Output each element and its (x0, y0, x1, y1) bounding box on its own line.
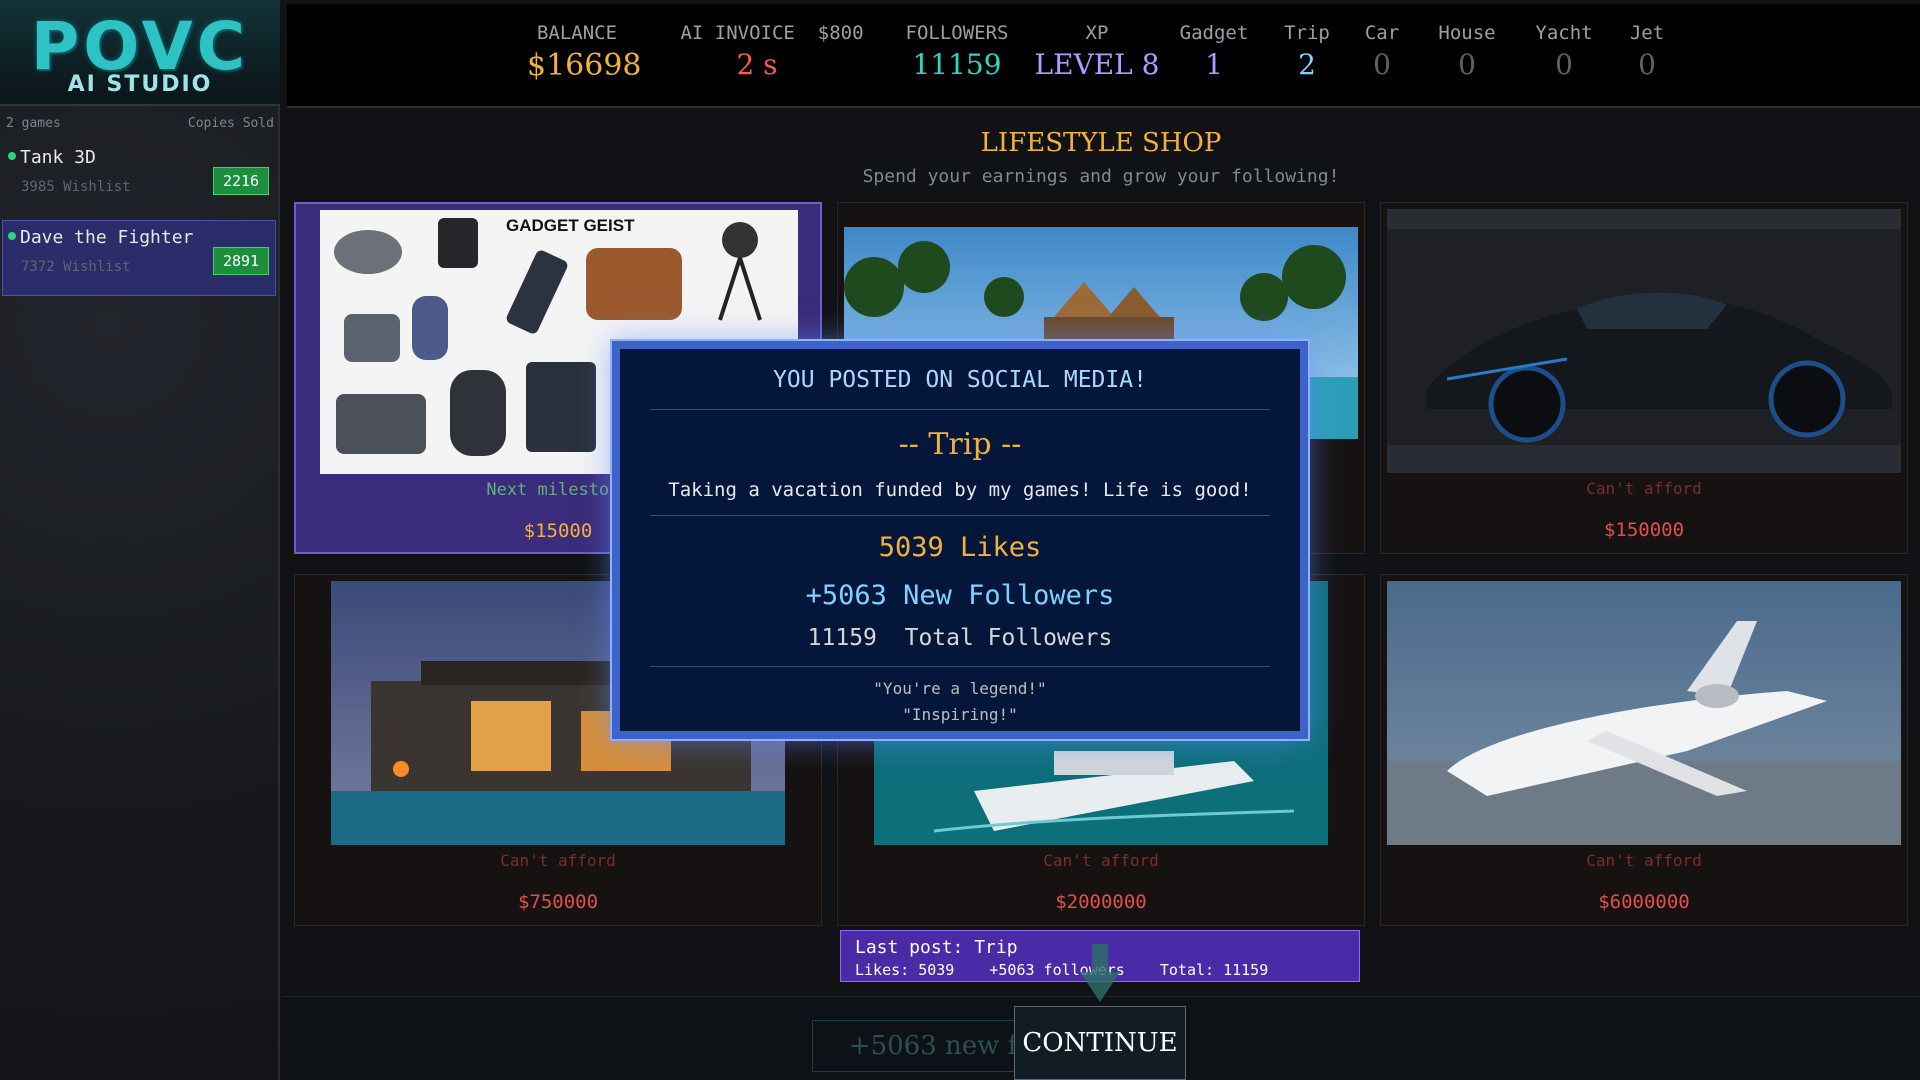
stat-label: AI INVOICE $800 (672, 22, 872, 44)
stat-balance: BALANCE $16698 (527, 22, 642, 83)
divider (650, 515, 1270, 516)
status-dot (8, 232, 16, 240)
modal-title: YOU POSTED ON SOCIAL MEDIA! (773, 367, 1147, 393)
stats-bar: BALANCE $16698 AI INVOICE $800 2 s FOLLO… (287, 4, 1920, 108)
copies-sold-header: Copies Sold (187, 116, 274, 131)
private-jet-art (1387, 581, 1901, 845)
stat-house: House 0 (1427, 22, 1507, 81)
stat-yacht: Yacht 0 (1524, 22, 1604, 81)
game-item-dave-the-fighter[interactable]: Dave the Fighter 7372 Wishlist 2891 (2, 220, 276, 296)
game-name: Dave the Fighter (20, 227, 194, 248)
card-price: $2000000 (1055, 891, 1147, 913)
card-price: $150000 (1603, 519, 1685, 541)
games-list-header: 2 games Copies Sold (6, 116, 274, 134)
invoice-label: AI INVOICE (680, 22, 795, 44)
xp-value: LEVEL 8 (1034, 48, 1160, 81)
house-count: 0 (1458, 48, 1476, 81)
last-post-likes: Likes: 5039 (855, 961, 955, 979)
card-status: Can't afford (1586, 851, 1702, 870)
shop-title: LIFESTYLE SHOP (980, 128, 1222, 158)
stat-trip: Trip 2 (1272, 22, 1342, 81)
stat-label: FOLLOWERS (905, 22, 1009, 44)
card-status: Can't afford (500, 851, 616, 870)
stat-label: House (1438, 22, 1496, 44)
last-post-total: Total: 11159 (1159, 961, 1269, 979)
stat-followers: FOLLOWERS 11159 (892, 22, 1022, 81)
comment-quote: "Inspiring!" (902, 705, 1018, 724)
stat-car: Car 0 (1352, 22, 1412, 81)
social-post-modal: YOU POSTED ON SOCIAL MEDIA! -- Trip -- T… (612, 341, 1308, 739)
arrow-down-icon (1080, 944, 1120, 1002)
stat-ai-invoice: AI INVOICE $800 2 s (672, 22, 872, 81)
balance-value: $16698 (527, 48, 642, 83)
stat-label: XP (1085, 22, 1109, 44)
copies-sold-badge: 2216 (213, 167, 269, 195)
copies-sold-badge: 2891 (213, 247, 269, 275)
gadget-count: 1 (1205, 48, 1223, 81)
post-caption: Taking a vacation funded by my games! Li… (668, 479, 1252, 501)
sports-car-image (1387, 209, 1901, 473)
private-jet-image (1387, 581, 1901, 845)
stat-label: Trip (1284, 22, 1330, 44)
games-count: 2 games (6, 116, 61, 131)
sidebar: POVC AI STUDIO 2 games Copies Sold Tank … (0, 0, 280, 1080)
shop-card-jet[interactable]: Can't afford $6000000 (1380, 574, 1908, 926)
stat-jet: Jet 0 (1617, 22, 1677, 81)
studio-logo: POVC AI STUDIO (0, 0, 280, 106)
invoice-amount: $800 (817, 22, 864, 44)
card-price: $6000000 (1598, 891, 1690, 913)
new-followers-count: +5063 New Followers (805, 580, 1115, 611)
post-item-name: -- Trip -- (898, 427, 1022, 462)
divider (650, 666, 1270, 667)
stat-label: Jet (1629, 22, 1665, 44)
invoice-countdown: 2 s (736, 48, 778, 81)
game-wishlist: 7372 Wishlist (21, 259, 131, 275)
stat-gadget: Gadget 1 (1169, 22, 1259, 81)
stat-label: BALANCE (536, 22, 618, 44)
shop-subtitle: Spend your earnings and grow your follow… (862, 166, 1340, 187)
jet-count: 0 (1638, 48, 1656, 81)
sports-car-art (1387, 209, 1901, 473)
card-price: $750000 (517, 891, 599, 913)
logo-sub-text: AI STUDIO (67, 72, 213, 97)
stat-label: Car (1364, 22, 1400, 44)
followers-value: 11159 (912, 48, 1002, 81)
status-dot (8, 152, 16, 160)
trip-count: 2 (1298, 48, 1316, 81)
divider (650, 409, 1270, 410)
car-count: 0 (1373, 48, 1391, 81)
game-name: Tank 3D (20, 147, 96, 168)
card-status: Can't afford (1043, 851, 1159, 870)
game-wishlist: 3985 Wishlist (21, 179, 131, 195)
game-item-tank-3d[interactable]: Tank 3D 3985 Wishlist 2216 (2, 140, 276, 216)
continue-button[interactable]: CONTINUE (1014, 1006, 1186, 1080)
stat-xp: XP LEVEL 8 (1032, 22, 1162, 81)
last-post-title: Last post: Trip (855, 937, 1018, 958)
likes-count: 5039 Likes (878, 532, 1042, 563)
yacht-count: 0 (1555, 48, 1573, 81)
comment-quote: "You're a legend!" (873, 679, 1047, 698)
total-followers-count: 11159 Total Followers (807, 625, 1113, 651)
card-status: Can't afford (1586, 479, 1702, 498)
stat-label: Yacht (1535, 22, 1593, 44)
last-post-stats: Likes: 5039 +5063 followers Total: 11159 (855, 961, 1294, 979)
stat-label: Gadget (1179, 22, 1249, 44)
shop-card-car[interactable]: Can't afford $150000 (1380, 202, 1908, 554)
